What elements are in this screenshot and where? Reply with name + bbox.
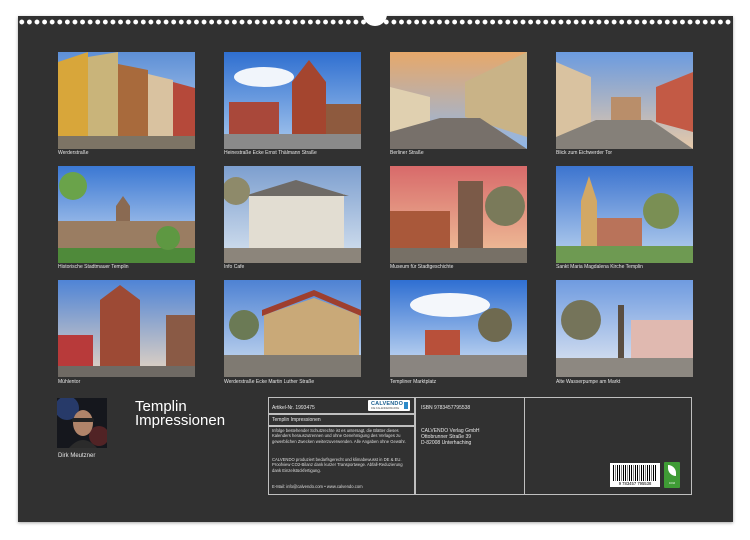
thumbnail-photo — [58, 166, 195, 263]
article-number: Artikel-Nr. 1993475 — [272, 405, 315, 411]
logo-tagline: DIE KALENDERMARKE — [371, 407, 400, 410]
thumbnail-photo — [390, 52, 527, 149]
production-notice: CALVENDO produziert bedarfsgerecht und k… — [272, 457, 403, 473]
calvendo-logo: CALVENDO DIE KALENDERMARKE — [368, 400, 410, 411]
photo-caption: Historische Stadtmauer Templin — [58, 264, 129, 270]
thumbnail-photo — [58, 52, 195, 149]
eco-label: CO2 — [668, 481, 676, 485]
thumbnail-photo — [556, 166, 693, 263]
photo-caption: Mühlentor — [58, 379, 81, 385]
photo-caption: Info Cafe — [224, 264, 245, 270]
thumbnail-photo — [58, 280, 195, 377]
ean-barcode: 9 783457 795538 — [610, 463, 660, 487]
publisher-city: D-82008 Unterhaching — [421, 440, 472, 446]
photo-caption: Sankt Maria Magdalena Kirche Templin — [556, 264, 643, 270]
thumbnail-photo — [390, 166, 527, 263]
photo-caption: Werderstraße — [58, 150, 89, 156]
thumbnail-photo — [224, 166, 361, 263]
photo-caption: Berliner Straße — [390, 150, 424, 156]
logo-mark-icon — [404, 402, 408, 409]
eco-badge: CO2 — [664, 462, 680, 488]
isbn: ISBN 9783457795538 — [421, 405, 471, 411]
leaf-icon — [668, 465, 676, 476]
author-portrait — [57, 398, 107, 448]
thumbnail-photo — [556, 280, 693, 377]
thumbnail-photo — [390, 280, 527, 377]
photo-caption: Alte Wasserpumpe am Markt — [556, 379, 621, 385]
photo-caption: Blick zum Eichwerder Tor — [556, 150, 613, 156]
barcode-bars — [613, 465, 657, 481]
photo-caption: Templiner Marktplatz — [390, 379, 437, 385]
thumbnail-photo — [556, 52, 693, 149]
photo-caption: Werderstraße Ecke Martin Luther Straße — [224, 379, 315, 385]
title-line-2: Impressionen — [135, 412, 226, 429]
calendar-title: Templin Impressionen — [135, 399, 226, 429]
legal-notice: Infolge bestehender Schutzrechte ist es … — [272, 428, 406, 444]
product-title: Templin Impressionen — [272, 417, 321, 423]
thumbnail-photo — [224, 52, 361, 149]
photo-caption: Heinestraße Ecke Ernst Thälmann Straße — [224, 150, 317, 156]
barcode-number: 9 783457 795538 — [618, 481, 652, 486]
thumbnail-photo — [224, 280, 361, 377]
contact-line: E-Mail: info@calvendo.com • www.calvendo… — [272, 484, 363, 489]
photo-caption: Museum für Stadtgeschichte — [390, 264, 454, 270]
author-name: Dirk Meutzner — [58, 453, 96, 459]
